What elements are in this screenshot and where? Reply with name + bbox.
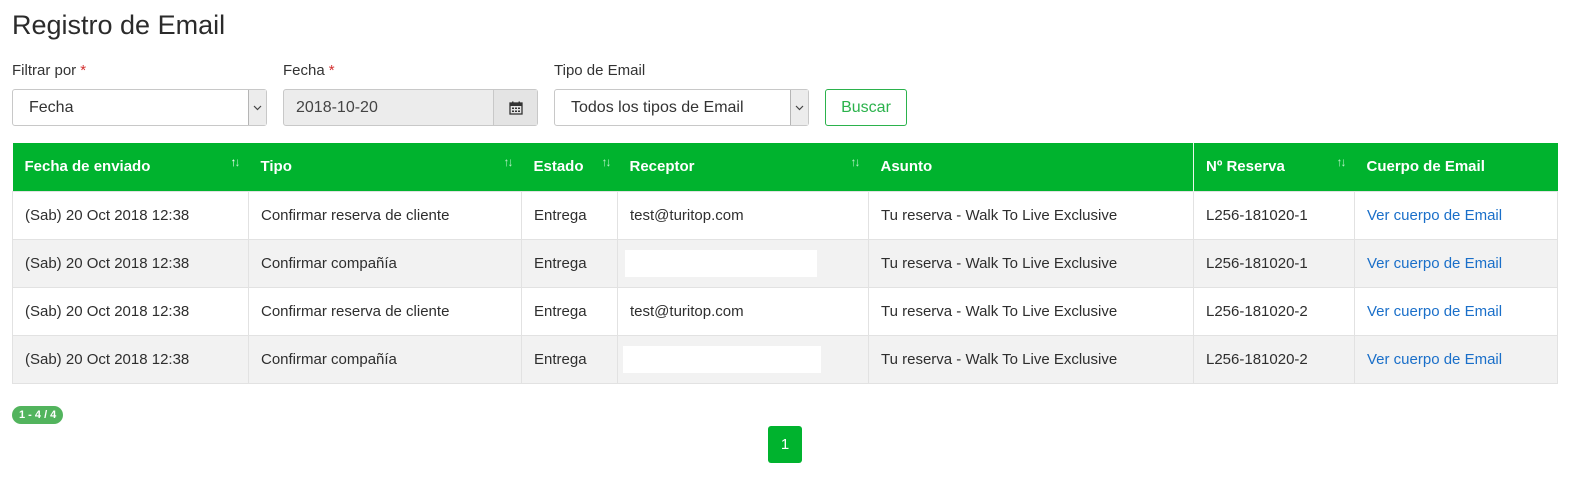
redacted-receiver (625, 249, 817, 277)
column-header-label: Cuerpo de Email (1366, 158, 1485, 176)
column-header-email-body: Cuerpo de Email (1354, 143, 1558, 191)
pagination-page-button[interactable]: 1 (768, 426, 802, 463)
table-header-row: Fecha de enviado ↑↓ Tipo ↑↓ Estado ↑↓ Re… (12, 143, 1558, 191)
cell-subject: Tu reserva - Walk To Live Exclusive (868, 286, 1194, 336)
column-header-label: Estado (533, 158, 584, 176)
cell-receiver: test@turitop.com (617, 190, 869, 240)
cell-sent-date: (Sab) 20 Oct 2018 12:38 (12, 238, 249, 288)
cell-status: Entrega (521, 334, 618, 384)
required-mark: * (80, 62, 87, 79)
cell-sent-date: (Sab) 20 Oct 2018 12:38 (12, 334, 249, 384)
cell-email-body: Ver cuerpo de Email (1354, 334, 1558, 384)
email-log-page: Registro de Email Filtrar por * Fecha Fec… (0, 0, 1592, 481)
chevron-down-icon (790, 90, 808, 125)
filter-by-select[interactable]: Fecha (12, 89, 267, 126)
required-mark: * (328, 62, 335, 79)
cell-type: Confirmar reserva de cliente (248, 286, 522, 336)
column-header-sent-date[interactable]: Fecha de enviado ↑↓ (12, 143, 249, 191)
column-header-booking[interactable]: Nº Reserva ↑↓ (1193, 143, 1355, 191)
date-field[interactable]: 2018-10-20 (283, 89, 538, 126)
table-row: (Sab) 20 Oct 2018 12:38 Confirmar compañ… (12, 334, 1558, 384)
column-header-type[interactable]: Tipo ↑↓ (248, 143, 522, 191)
filter-by-label-text: Filtrar por (12, 62, 77, 79)
cell-status: Entrega (521, 238, 618, 288)
table-row: (Sab) 20 Oct 2018 12:38 Confirmar reserv… (12, 286, 1558, 336)
cell-subject: Tu reserva - Walk To Live Exclusive (868, 334, 1194, 384)
table-row: (Sab) 20 Oct 2018 12:38 Confirmar compañ… (12, 238, 1558, 288)
cell-subject: Tu reserva - Walk To Live Exclusive (868, 190, 1194, 240)
cell-receiver: test@turitop.com (617, 286, 869, 336)
column-header-label: Receptor (629, 158, 695, 176)
date-label-text: Fecha (283, 62, 325, 79)
column-header-subject: Asunto (868, 143, 1194, 191)
column-header-status[interactable]: Estado ↑↓ (521, 143, 618, 191)
cell-status: Entrega (521, 190, 618, 240)
sort-icon[interactable]: ↑↓ (1337, 155, 1347, 169)
filter-by-value: Fecha (29, 98, 74, 116)
cell-booking: L256-181020-1 (1193, 238, 1355, 288)
cell-email-body: Ver cuerpo de Email (1354, 190, 1558, 240)
cell-booking: L256-181020-2 (1193, 286, 1355, 336)
search-button[interactable]: Buscar (825, 89, 907, 126)
cell-booking: L256-181020-1 (1193, 190, 1355, 240)
view-email-body-link[interactable]: Ver cuerpo de Email (1367, 351, 1502, 368)
sort-icon[interactable]: ↑↓ (231, 155, 241, 169)
sort-icon[interactable]: ↑↓ (504, 155, 514, 169)
view-email-body-link[interactable]: Ver cuerpo de Email (1367, 207, 1502, 224)
cell-email-body: Ver cuerpo de Email (1354, 286, 1558, 336)
view-email-body-link[interactable]: Ver cuerpo de Email (1367, 255, 1502, 272)
cell-receiver (617, 238, 869, 288)
sort-icon[interactable]: ↑↓ (851, 155, 861, 169)
redacted-receiver (623, 345, 821, 373)
cell-booking: L256-181020-2 (1193, 334, 1355, 384)
cell-type: Confirmar compañía (248, 238, 522, 288)
sort-icon[interactable]: ↑↓ (602, 155, 612, 169)
result-count-badge: 1 - 4 / 4 (12, 406, 64, 424)
page-title: Registro de Email (12, 10, 226, 40)
table-row: (Sab) 20 Oct 2018 12:38 Confirmar reserv… (12, 190, 1558, 240)
cell-sent-date: (Sab) 20 Oct 2018 12:38 (12, 286, 249, 336)
column-header-label: Fecha de enviado (24, 158, 151, 176)
date-label: Fecha * (283, 62, 335, 79)
cell-status: Entrega (521, 286, 618, 336)
column-header-receiver[interactable]: Receptor ↑↓ (617, 143, 869, 191)
chevron-down-icon (248, 90, 266, 125)
calendar-icon[interactable] (493, 90, 537, 125)
email-type-value: Todos los tipos de Email (571, 98, 744, 116)
column-header-label: Nº Reserva (1206, 158, 1285, 176)
cell-type: Confirmar compañía (248, 334, 522, 384)
cell-type: Confirmar reserva de cliente (248, 190, 522, 240)
cell-receiver (617, 334, 869, 384)
cell-subject: Tu reserva - Walk To Live Exclusive (868, 238, 1194, 288)
column-header-label: Tipo (260, 158, 292, 176)
view-email-body-link[interactable]: Ver cuerpo de Email (1367, 303, 1502, 320)
date-value: 2018-10-20 (296, 98, 378, 116)
cell-sent-date: (Sab) 20 Oct 2018 12:38 (12, 190, 249, 240)
column-header-label: Asunto (880, 158, 933, 176)
email-type-label: Tipo de Email (554, 62, 646, 79)
email-log-table: Fecha de enviado ↑↓ Tipo ↑↓ Estado ↑↓ Re… (12, 143, 1558, 384)
filter-by-label: Filtrar por * (12, 62, 86, 79)
cell-email-body: Ver cuerpo de Email (1354, 238, 1558, 288)
email-type-select[interactable]: Todos los tipos de Email (554, 89, 809, 126)
